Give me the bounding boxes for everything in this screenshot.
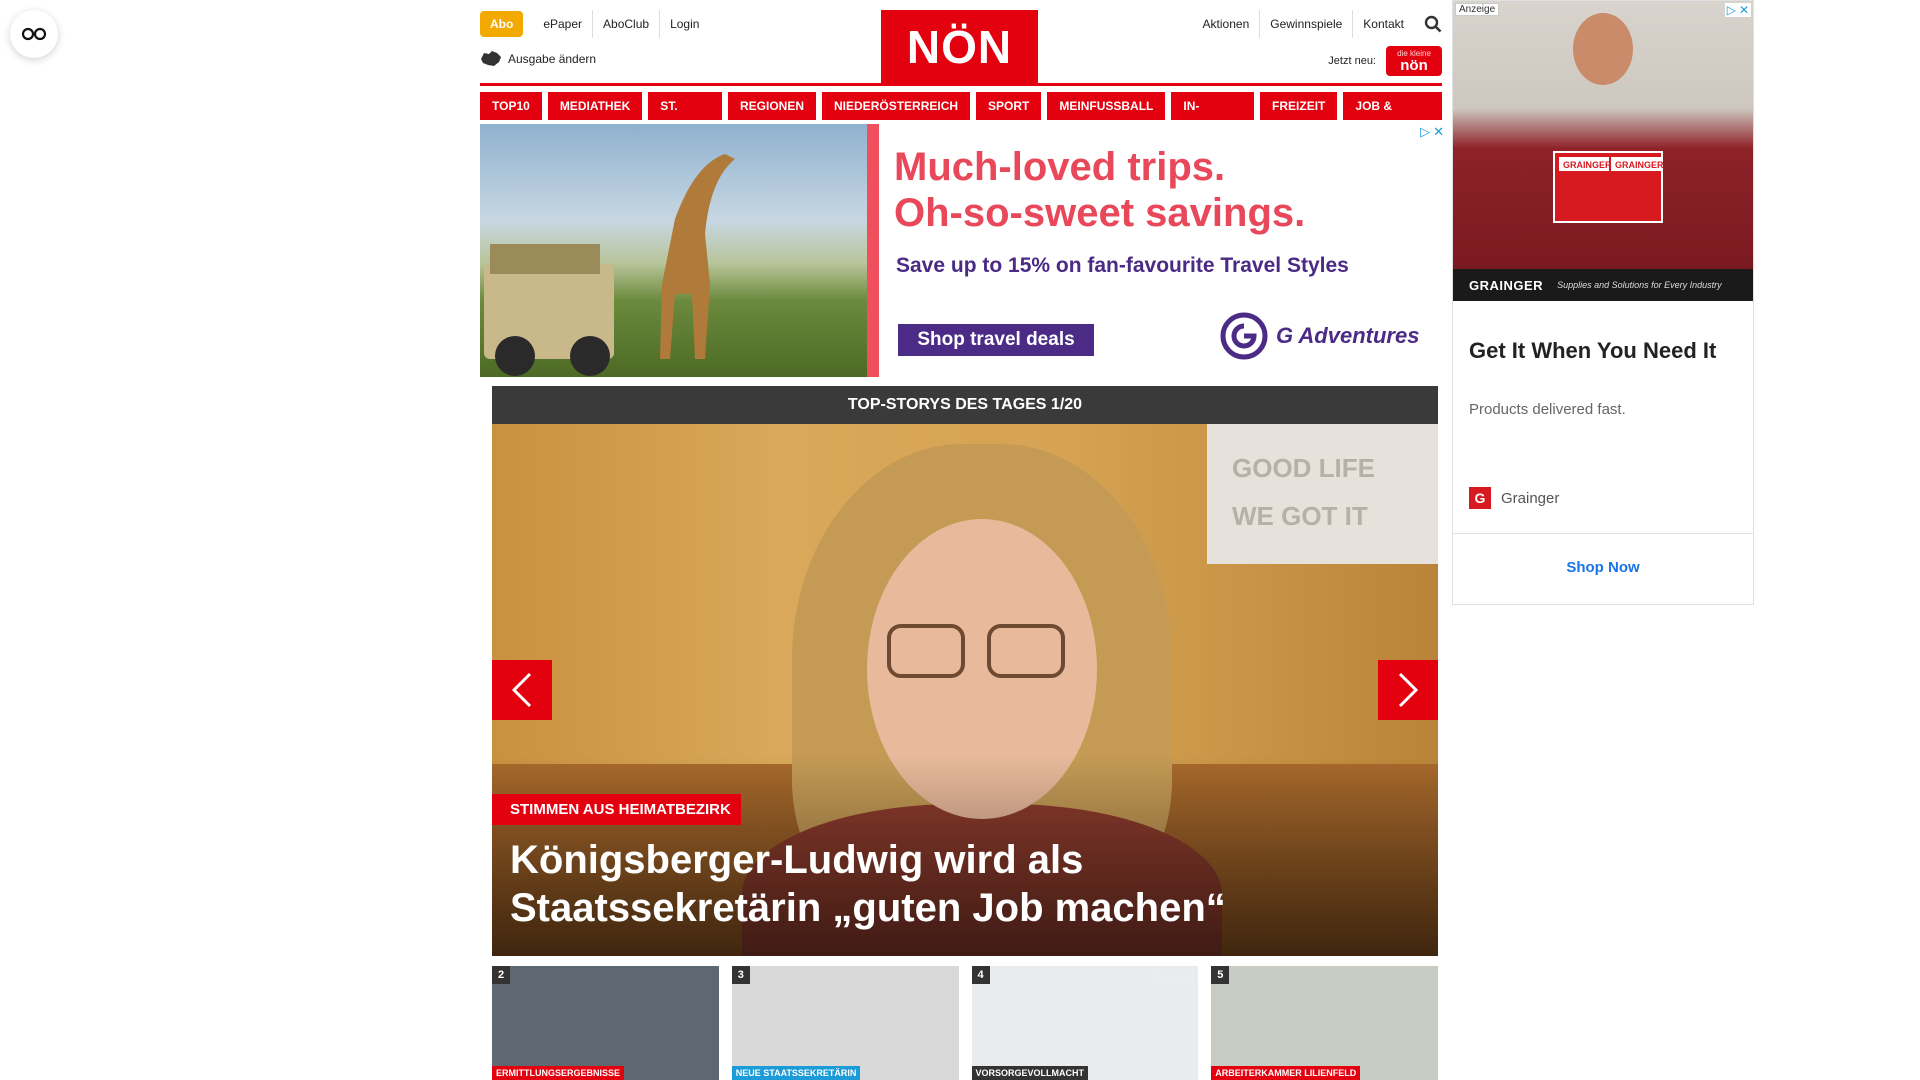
site-logo[interactable]: NÖN bbox=[881, 10, 1038, 84]
gewinnspiele-link[interactable]: Gewinnspiele bbox=[1259, 10, 1352, 38]
abo-button[interactable]: Abo bbox=[480, 11, 524, 37]
side-ad-choices[interactable]: ▷ ✕ bbox=[1724, 3, 1751, 17]
ad-headline: Much-loved trips. Oh-so-sweet savings. bbox=[894, 144, 1305, 236]
box-label-right: GRAINGER bbox=[1615, 160, 1664, 170]
jetzt-neu: Jetzt neu: die kleine nön bbox=[1328, 46, 1442, 76]
kontakt-link[interactable]: Kontakt bbox=[1352, 10, 1414, 38]
nav-item-freizeit[interactable]: FREIZEIT bbox=[1260, 92, 1338, 120]
nav-item-mediathek[interactable]: MEDIATHEK bbox=[547, 92, 643, 120]
adchoices-icon[interactable]: ▷ bbox=[1420, 124, 1430, 140]
close-icon[interactable]: ✕ bbox=[1739, 3, 1749, 17]
side-ad-title: Get It When You Need It bbox=[1469, 338, 1717, 363]
search-icon bbox=[1424, 15, 1442, 33]
map-region-icon bbox=[481, 51, 501, 66]
thumbnail-number: 3 bbox=[731, 966, 750, 984]
carousel-prev-button[interactable] bbox=[492, 660, 552, 720]
side-strip-brand: GRAINGER bbox=[1469, 277, 1544, 293]
epaper-link[interactable]: ePaper bbox=[533, 10, 592, 38]
adchoices-icon[interactable]: ▷ bbox=[1727, 3, 1736, 17]
thumbnail-number: 5 bbox=[1211, 966, 1230, 984]
g-adventures-logo-icon bbox=[1220, 312, 1268, 360]
top-nav-left: Abo ePaper AboClub Login bbox=[480, 10, 709, 38]
ad-stripe bbox=[867, 124, 879, 377]
thumbnail-number: 4 bbox=[971, 966, 990, 984]
thumbnail-category-label: ERMITTLUNGSERGEBNISSE bbox=[492, 1066, 625, 1080]
site-header: Abo ePaper AboClub Login Ausgabe ändern … bbox=[480, 0, 1442, 141]
reader-mode-button[interactable] bbox=[10, 10, 58, 58]
search-button[interactable] bbox=[1414, 15, 1442, 33]
story-category-badge[interactable]: STIMMEN AUS HEIMATBEZIRK bbox=[492, 794, 741, 825]
hero-sign-text: GOOD LIFE WE GOT IT bbox=[1232, 444, 1375, 540]
banner-ad[interactable]: Much-loved trips. Oh-so-sweet savings. S… bbox=[480, 124, 1448, 377]
badge-big-text: nön bbox=[1400, 56, 1428, 74]
ad-cta-button[interactable]: Shop travel deals bbox=[898, 324, 1094, 356]
close-icon[interactable]: ✕ bbox=[1433, 124, 1444, 140]
chevron-right-icon bbox=[1398, 672, 1419, 708]
side-ad-person bbox=[1573, 13, 1633, 85]
carousel-next-button[interactable] bbox=[1378, 660, 1438, 720]
thumbnail-category-label: VORSORGEVOLLMACHT bbox=[971, 1066, 1089, 1080]
story-thumbnails: 2 ERMITTLUNGSERGEBNISSE 3 NEUE STAATSSEKRET… bbox=[492, 966, 1438, 1080]
nav-item-meinfussball[interactable]: MEINFUSSBALL bbox=[1047, 92, 1166, 120]
nav-item-st-poelten[interactable]: ST. PÖLTEN bbox=[648, 92, 722, 141]
side-ad-divider bbox=[1453, 533, 1753, 534]
ad-brand-name: G Adventures bbox=[1276, 323, 1420, 348]
story-thumbnail[interactable]: 3 NEUE STAATSSEKRETÄRIN bbox=[731, 966, 959, 1080]
ausgabe-label: Ausgabe ändern bbox=[508, 52, 597, 66]
hero-story[interactable]: GOOD LIFE WE GOT IT STIMMEN AUS HEIMATBE… bbox=[492, 424, 1438, 956]
main-nav: TOP10 MEDIATHEK ST. PÖLTEN REGIONEN NIED… bbox=[480, 92, 1442, 141]
thumbnail-category-label: NEUE STAATSSEKRETÄRIN bbox=[731, 1066, 861, 1080]
thumbnail-anzeige-label: Anzeige bbox=[1150, 970, 1195, 984]
side-ad-image: GRAINGER GRAINGER bbox=[1453, 1, 1753, 269]
login-link[interactable]: Login bbox=[659, 10, 709, 38]
nav-item-niederoesterreich[interactable]: NIEDERÖSTERREICH bbox=[822, 92, 971, 120]
ad-headline-line-1: Much-loved trips. bbox=[894, 145, 1226, 189]
glasses-icon bbox=[21, 27, 47, 41]
aboclub-link[interactable]: AboClub bbox=[592, 10, 659, 38]
kleine-noen-badge[interactable]: die kleine nön bbox=[1386, 46, 1442, 76]
story-thumbnail[interactable]: 2 ERMITTLUNGSERGEBNISSE bbox=[492, 966, 719, 1080]
ad-choices[interactable]: ▷ ✕ bbox=[1420, 124, 1444, 140]
shop-now-button[interactable]: Shop Now bbox=[1453, 559, 1753, 576]
chevron-left-icon bbox=[511, 672, 532, 708]
ad-headline-line-2: Oh-so-sweet savings. bbox=[894, 191, 1306, 235]
side-ad-brand-row: G Grainger bbox=[1469, 487, 1559, 509]
top-nav-right: Aktionen Gewinnspiele Kontakt bbox=[1193, 10, 1442, 38]
ad-brand: G Adventures bbox=[1220, 312, 1419, 360]
nav-item-regionen[interactable]: REGIONEN bbox=[728, 92, 817, 120]
side-ad-description: Products delivered fast. bbox=[1469, 401, 1626, 418]
aktionen-link[interactable]: Aktionen bbox=[1193, 10, 1260, 38]
side-strip-tagline: Supplies and Solutions for Every Industr… bbox=[1557, 280, 1722, 290]
nav-item-top10[interactable]: TOP10 bbox=[480, 92, 542, 120]
story-headline[interactable]: Königsberger-Ludwig wird als Staatssekre… bbox=[510, 836, 1390, 932]
story-thumbnail[interactable]: 5 ARBEITERKAMMER LILIENFELD bbox=[1211, 966, 1438, 1080]
top-stories: TOP-STORYS DES TAGES 1/20 GOOD LIFE WE G… bbox=[492, 386, 1438, 956]
jetzt-label: Jetzt neu: bbox=[1328, 55, 1376, 67]
ad-giraffe-image bbox=[480, 124, 867, 377]
ad-subheadline: Save up to 15% on fan-favourite Travel S… bbox=[896, 254, 1349, 277]
hero-person-glasses bbox=[887, 624, 1065, 678]
box-label-left: GRAINGER bbox=[1563, 160, 1612, 170]
top-stories-header: TOP-STORYS DES TAGES 1/20 bbox=[492, 386, 1438, 424]
ausgabe-switch[interactable]: Ausgabe ändern bbox=[480, 50, 596, 68]
side-ad[interactable]: GRAINGER GRAINGER GRAINGER Supplies and … bbox=[1452, 0, 1754, 605]
side-ad-strip: GRAINGER Supplies and Solutions for Ever… bbox=[1453, 269, 1753, 301]
anzeige-label: Anzeige bbox=[1455, 3, 1500, 16]
sign-line-1: GOOD LIFE bbox=[1232, 453, 1375, 483]
header-divider bbox=[480, 83, 1442, 86]
side-ad-box: GRAINGER GRAINGER bbox=[1553, 151, 1664, 223]
grainger-logo-icon: G bbox=[1469, 487, 1491, 509]
thumbnail-number: 2 bbox=[492, 966, 510, 984]
nav-item-job-karriere[interactable]: JOB & KARRIERE bbox=[1343, 92, 1442, 141]
story-thumbnail[interactable]: 4 Anzeige VORSORGEVOLLMACHT bbox=[971, 966, 1199, 1080]
nav-item-sport[interactable]: SPORT bbox=[976, 92, 1042, 120]
sign-line-2: WE GOT IT bbox=[1232, 501, 1368, 531]
nav-item-in-ausland[interactable]: IN-AUSLAND bbox=[1171, 92, 1255, 141]
side-ad-brand-name: Grainger bbox=[1501, 489, 1560, 507]
thumbnail-category-label: ARBEITERKAMMER LILIENFELD bbox=[1211, 1066, 1361, 1080]
